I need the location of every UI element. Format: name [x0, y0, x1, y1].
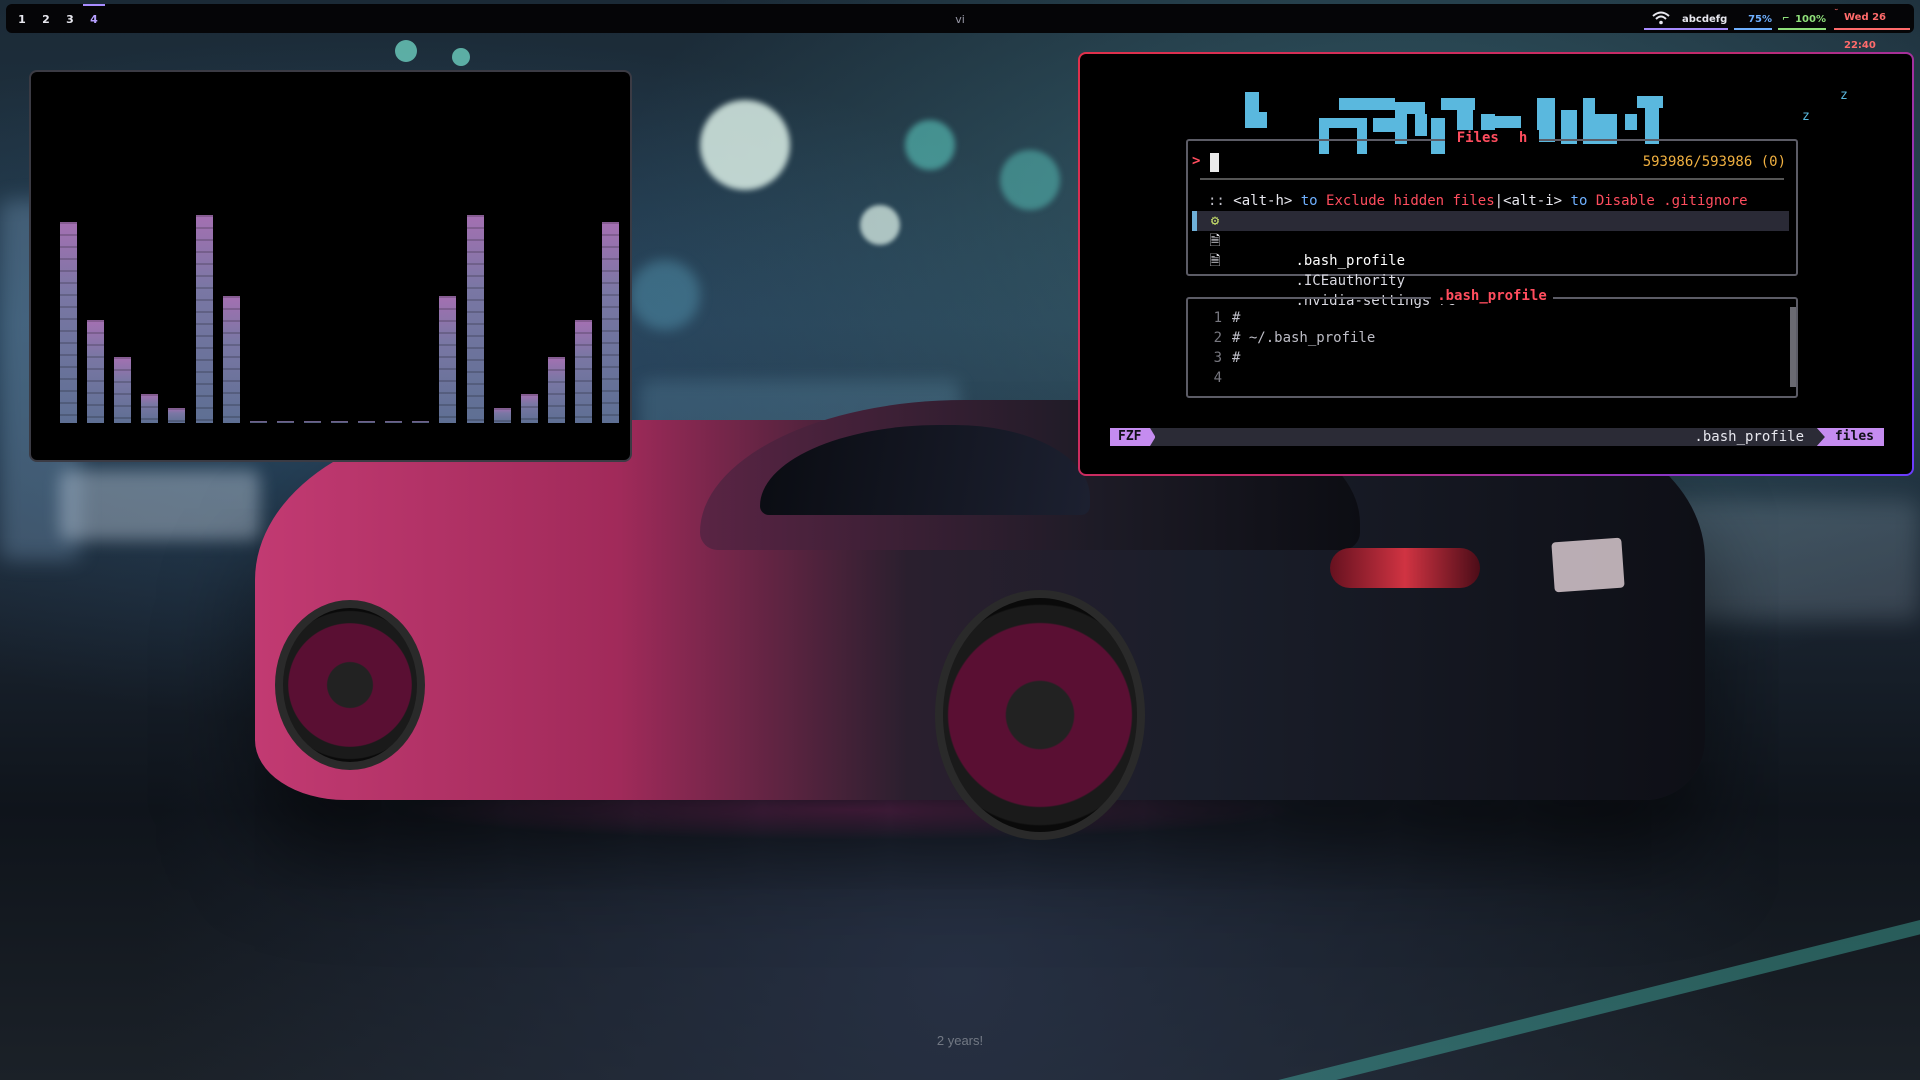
banner-block — [1259, 112, 1267, 128]
volume-underline — [1734, 28, 1772, 30]
clock[interactable]: ˘ Wed 26 22:40 — [1834, 4, 1910, 51]
preview-scrollbar[interactable] — [1790, 307, 1796, 387]
visualizer-bar — [223, 296, 240, 423]
volume-status[interactable]: 75% — [1734, 4, 1772, 33]
banner-block — [1395, 102, 1425, 114]
disable-gitignore-action: Disable .gitignore — [1595, 193, 1748, 209]
clock-underline — [1834, 28, 1910, 30]
banner-block — [1245, 92, 1259, 128]
visualizer-bar — [575, 320, 592, 423]
network-status[interactable]: abcdefg — [1644, 4, 1728, 33]
front-wheel — [275, 600, 425, 770]
visualizer-bar — [277, 421, 294, 423]
battery-underline — [1778, 28, 1826, 30]
files-mode: h — [1512, 130, 1534, 146]
alt-i-key: <alt-i> — [1503, 193, 1563, 209]
files-title: Files — [1450, 130, 1505, 146]
clock-icon: ˘ — [1834, 9, 1839, 19]
visualizer-bar — [358, 421, 375, 423]
banner-block — [1637, 96, 1663, 108]
visualizer-bar — [494, 408, 511, 423]
banner-z-small: z — [1802, 109, 1810, 124]
gear-icon: ⚙ — [1210, 213, 1220, 229]
visualizer-bar — [114, 357, 131, 423]
file-name: .ICEauthority — [1295, 273, 1406, 289]
exclude-hidden-action: Exclude hidden files — [1326, 193, 1495, 209]
list-item[interactable]: 🗎 .nvidia-settings-rc — [1192, 251, 1789, 309]
preview-title: .bash_profile — [1188, 288, 1796, 304]
banner-block — [1339, 98, 1395, 110]
list-item[interactable]: ⚙ .bash_profile — [1192, 211, 1789, 269]
preview-panel: .bash_profile 1 # 2 # ~/.bash_profile 3 # 4 — [1186, 288, 1798, 398]
file-list: ⚙ .bash_profile 🗎 .ICEauthority 🗎 .nvidi… — [1192, 211, 1789, 309]
file-icon: 🗎 — [1209, 233, 1221, 249]
taillight — [1330, 548, 1480, 588]
network-underline — [1644, 28, 1728, 30]
file-icon: 🗎 — [1209, 253, 1221, 269]
preview-line: 2 # ~/.bash_profile — [1213, 330, 1376, 346]
banner-block — [1491, 116, 1521, 128]
query-input[interactable] — [1210, 153, 1219, 172]
fzf-terminal-window[interactable]: z z Files h > 593986/593986 (0) :: <alt-h… — [1078, 52, 1914, 476]
visualizer-bar — [168, 408, 185, 423]
battery-icon: ⌐ — [1782, 14, 1790, 24]
visualizer-bar — [602, 222, 619, 423]
banner-block — [1441, 98, 1475, 110]
status-filename: .bash_profile — [1694, 429, 1804, 445]
audio-visualizer-window[interactable] — [29, 70, 632, 462]
battery-status[interactable]: ⌐ 100% — [1778, 4, 1826, 33]
volume-value: 75% — [1748, 14, 1772, 25]
top-bar: 1 2 3 4 vi abcdefg 75% ⌐ 100% ˘ Wed 26 2… — [6, 4, 1914, 51]
banner-block — [1625, 114, 1637, 130]
wallpaper-caption: 2 years! — [936, 1033, 984, 1048]
visualizer-bar — [521, 394, 538, 423]
status-line: FZF .bash_profile files — [1110, 428, 1884, 446]
visualizer-bar — [141, 394, 158, 423]
source-badge: files — [1816, 428, 1884, 446]
visualizer-bar — [304, 421, 321, 423]
active-window-title: vi — [955, 13, 965, 26]
visualizer-bar — [250, 421, 267, 423]
battery-value: 100% — [1795, 14, 1826, 25]
match-count: 593986/593986 (0) — [1642, 154, 1786, 170]
file-panel-title: Files h — [1188, 130, 1796, 146]
visualizer-bar — [60, 222, 77, 423]
wifi-icon — [1652, 11, 1670, 25]
prompt-symbol: > — [1192, 153, 1201, 169]
visualizer-bar — [467, 215, 484, 423]
network-name: abcdefg — [1682, 14, 1728, 25]
visualizer-bar — [412, 421, 429, 423]
header-separator — [1200, 178, 1784, 180]
visualizer-bar — [385, 421, 402, 423]
rear-wheel — [935, 590, 1145, 840]
list-item[interactable]: 🗎 .ICEauthority — [1192, 231, 1789, 289]
keybind-hint: :: <alt-h> to Exclude hidden files|<alt-… — [1208, 193, 1748, 209]
alt-h-key: <alt-h> — [1233, 193, 1293, 209]
visualizer-bar — [196, 215, 213, 423]
visualizer-bar — [87, 320, 104, 423]
banner-z-large: z — [1840, 88, 1848, 103]
preview-line: 4 — [1213, 370, 1222, 386]
mode-badge: FZF — [1110, 428, 1156, 446]
visualizer-bar — [331, 421, 348, 423]
license-plate — [1551, 537, 1625, 593]
preview-line: 3 # — [1213, 350, 1241, 366]
file-list-panel: Files h > 593986/593986 (0) :: <alt-h> to… — [1186, 130, 1798, 309]
visualizer-bar — [439, 296, 456, 423]
preview-line: 1 # — [1213, 310, 1241, 326]
visualizer-bar — [548, 357, 565, 423]
